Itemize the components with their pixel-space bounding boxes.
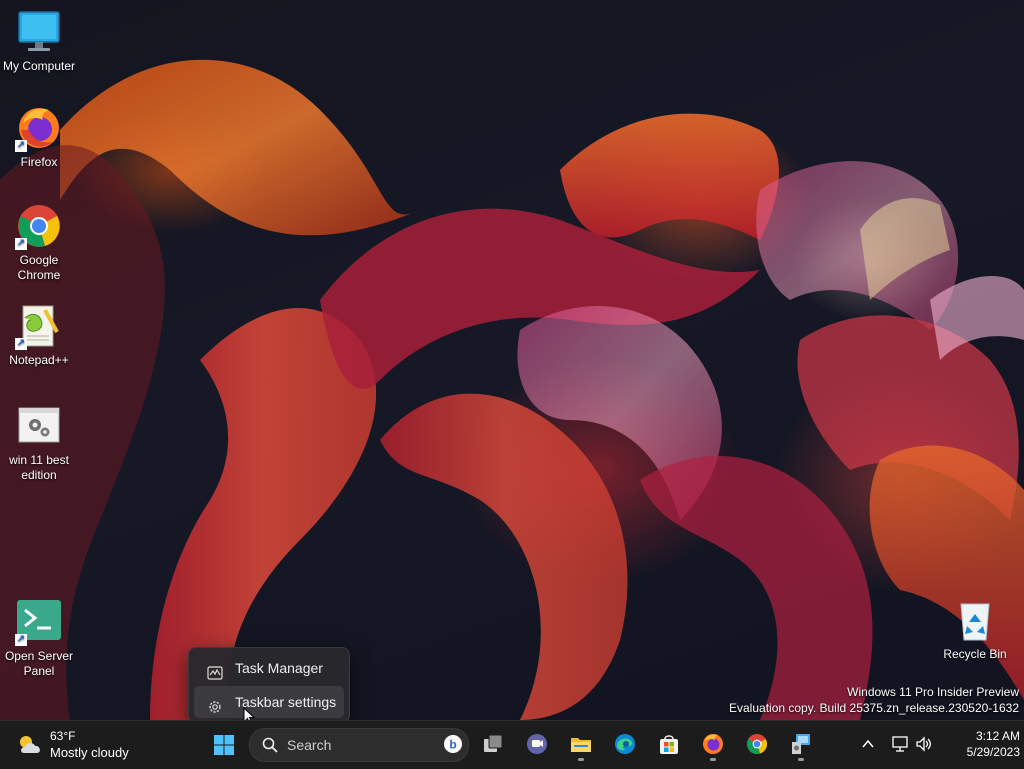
menu-item-label: Task Manager [235,660,323,676]
running-indicator [798,758,804,761]
desktop-icon-win11-best-edition[interactable]: win 11 best edition [0,402,78,483]
clock-date: 5/29/2023 [966,745,1020,759]
search-icon [262,737,278,753]
show-hidden-icons-chevron-up-icon[interactable] [861,738,875,750]
chrome-icon [746,734,768,754]
running-indicator [578,758,584,761]
notepad-plus-plus-icon: ↗ [15,302,63,350]
watermark-edition: Windows 11 Pro Insider Preview [847,685,1019,699]
desktop-icon-label: win 11 best edition [9,453,69,482]
desktop-icon-label: My Computer [2,59,76,73]
taskbar-search-box[interactable]: Search b [249,728,469,762]
task-view-button[interactable] [474,726,512,762]
chrome-taskbar-button[interactable] [738,726,776,762]
taskbar-context-menu: Task Manager Taskbar settings [188,647,350,723]
file-explorer-button[interactable] [562,726,600,762]
desktop-icon-open-server-panel[interactable]: ↗ Open Server Panel [0,598,78,679]
weather-temperature: 63°F [50,729,76,743]
settings-window-icon [15,402,63,450]
shortcut-arrow-icon: ↗ [15,238,27,250]
search-placeholder: Search [287,737,332,753]
evaluation-watermark: Windows 11 Pro Insider Preview Evaluatio… [599,684,1019,716]
firefox-taskbar-button[interactable] [694,726,732,762]
teams-chat-icon [527,734,547,754]
network-icon[interactable] [891,735,909,753]
task-manager-icon [207,660,223,680]
wallpaper [0,59,1024,720]
desktop[interactable]: My Computer ↗ Firefox ↗ Google Chrome ↗ … [0,0,1024,720]
chrome-icon: ↗ [15,202,63,250]
desktop-icon-label: Open Server Panel [4,649,74,678]
desktop-icon-my-computer[interactable]: My Computer [0,8,78,74]
folder-icon [571,738,591,752]
running-indicator [710,758,716,761]
store-icon [660,735,678,754]
svg-text:b: b [449,738,456,752]
shortcut-arrow-icon: ↗ [15,338,27,350]
recycle-bin-icon [951,596,999,644]
desktop-icon-notepad-plus-plus[interactable]: ↗ Notepad++ [0,302,78,368]
cloud-sun-icon [20,736,40,753]
weather-condition: Mostly cloudy [50,745,129,760]
edge-icon [615,734,635,754]
control-panel-button[interactable] [782,726,820,762]
menu-item-taskbar-settings[interactable]: Taskbar settings [194,686,344,718]
desktop-icon-label: Google Chrome [17,253,61,282]
store-button[interactable] [650,726,688,762]
watermark-build: Evaluation copy. Build 25375.zn_release.… [729,701,1019,715]
chat-button[interactable] [518,726,556,762]
terminal-icon: ↗ [15,598,63,646]
start-button[interactable] [205,727,243,763]
menu-item-task-manager[interactable]: Task Manager [194,652,344,684]
desktop-icon-google-chrome[interactable]: ↗ Google Chrome [0,202,78,283]
shortcut-arrow-icon: ↗ [15,140,27,152]
desktop-icon-label: Firefox [20,155,58,169]
desktop-icon-label: Notepad++ [9,353,69,367]
bing-icon[interactable]: b [443,734,463,754]
desktop-icon-label: Recycle Bin [943,647,1007,661]
desktop-icon-firefox[interactable]: ↗ Firefox [0,104,78,170]
monitor-icon [15,8,63,56]
shortcut-arrow-icon: ↗ [15,634,27,646]
control-panel-icon [792,734,810,754]
firefox-icon [703,734,723,754]
volume-icon[interactable] [915,735,933,753]
desktop-icon-recycle-bin[interactable]: Recycle Bin [936,596,1014,662]
edge-button[interactable] [606,726,644,762]
clock[interactable]: 3:12 AM 5/29/2023 [944,724,1020,764]
gear-icon [207,694,223,713]
task-view-icon [484,734,503,752]
windows-logo-icon [214,735,234,755]
clock-time: 3:12 AM [975,729,1020,743]
weather-widget[interactable]: 63°F Mostly cloudy [14,727,134,763]
firefox-icon: ↗ [15,104,63,152]
